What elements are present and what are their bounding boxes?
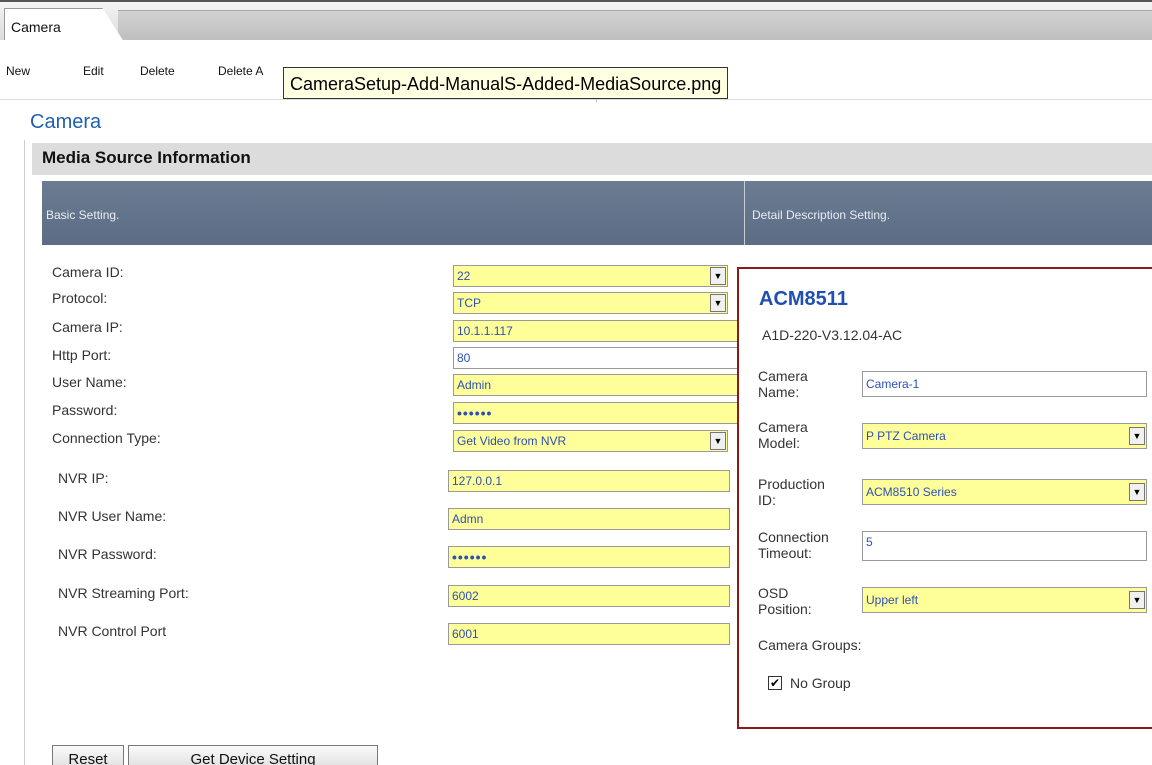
camera-id-value: 22 <box>457 269 471 283</box>
nvr-control-port-label: NVR Control Port <box>58 623 167 639</box>
user-name-input[interactable]: Admin <box>453 374 743 396</box>
protocol-value: TCP <box>457 296 481 310</box>
protocol-label: Protocol: <box>52 290 108 306</box>
connection-type-select[interactable]: Get Video from NVR ▼ <box>453 430 728 452</box>
delete-all-button[interactable]: Delete A <box>218 64 263 78</box>
connection-type-label: Connection Type: <box>52 430 161 446</box>
camera-name-label: Camera Name: <box>758 368 808 400</box>
tab-strip: Camera <box>0 0 1152 42</box>
filename-tooltip: CameraSetup-Add-ManualS-Added-MediaSourc… <box>283 67 729 99</box>
nvr-ip-input[interactable]: 127.0.0.1 <box>448 470 730 492</box>
production-id-value: ACM8510 Series <box>866 485 957 499</box>
checkmark-icon: ✔ <box>769 676 781 690</box>
no-group-checkbox[interactable]: ✔ <box>768 676 782 690</box>
camera-model-select[interactable]: P PTZ Camera ▼ <box>862 423 1147 449</box>
camera-name-input[interactable]: Camera-1 <box>862 371 1147 397</box>
password-mask: •••••• <box>457 405 493 421</box>
production-id-select[interactable]: ACM8510 Series ▼ <box>862 479 1147 505</box>
settings-header: Basic Setting. Detail Description Settin… <box>42 181 1152 245</box>
camera-ip-label: Camera IP: <box>52 319 123 335</box>
camera-groups-label: Camera Groups: <box>758 637 862 653</box>
edit-button[interactable]: Edit <box>83 64 104 78</box>
nvr-streaming-port-label: NVR Streaming Port: <box>58 585 189 601</box>
osd-position-select[interactable]: Upper left ▼ <box>862 587 1147 613</box>
delete-button[interactable]: Delete <box>140 64 175 78</box>
basic-setting-header: Basic Setting. <box>42 181 745 245</box>
no-group-label: No Group <box>790 675 851 691</box>
camera-id-select[interactable]: 22 ▼ <box>453 265 728 287</box>
chevron-down-icon[interactable]: ▼ <box>1129 591 1145 609</box>
connection-timeout-input[interactable]: 5 <box>862 531 1147 561</box>
osd-position-label: OSD Position: <box>758 585 812 617</box>
camera-model-value: P PTZ Camera <box>866 429 946 443</box>
chevron-down-icon[interactable]: ▼ <box>710 267 726 285</box>
camera-id-label: Camera ID: <box>52 264 124 280</box>
nvr-password-input[interactable]: •••••• <box>448 546 730 568</box>
chevron-down-icon[interactable]: ▼ <box>710 432 726 450</box>
connection-timeout-label: Connection Timeout: <box>758 529 829 561</box>
firmware-version: A1D-220-V3.12.04-AC <box>762 327 903 343</box>
user-name-label: User Name: <box>52 374 127 390</box>
nvr-user-name-input[interactable]: Admn <box>448 508 730 530</box>
production-id-label: Production ID: <box>758 476 825 508</box>
chevron-down-icon[interactable]: ▼ <box>1129 427 1145 445</box>
tab-strip-background <box>118 10 1152 42</box>
camera-ip-input[interactable]: 10.1.1.117 <box>453 320 743 342</box>
chevron-down-icon[interactable]: ▼ <box>710 294 726 312</box>
connection-type-value: Get Video from NVR <box>457 434 567 448</box>
new-button[interactable]: New <box>6 64 30 78</box>
chevron-down-icon[interactable]: ▼ <box>1129 483 1145 501</box>
reset-button[interactable]: Reset <box>52 745 124 765</box>
detail-setting-header: Detail Description Setting. <box>752 208 891 222</box>
camera-setup-window: Camera New Edit Delete Delete A CameraSe… <box>0 0 1152 765</box>
nvr-ip-label: NVR IP: <box>58 470 109 486</box>
section-title: Media Source Information <box>32 143 1152 175</box>
get-device-setting-button[interactable]: Get Device Setting <box>128 745 378 765</box>
http-port-label: Http Port: <box>52 347 112 363</box>
protocol-select[interactable]: TCP ▼ <box>453 292 728 314</box>
camera-model-title: ACM8511 <box>759 288 848 310</box>
tab-camera[interactable]: Camera <box>4 8 124 42</box>
nvr-streaming-port-input[interactable]: 6002 <box>448 585 730 607</box>
camera-model-label: Camera Model: <box>758 419 808 451</box>
osd-position-value: Upper left <box>866 593 919 607</box>
nvr-password-mask: •••••• <box>452 549 488 565</box>
http-port-input[interactable]: 80 <box>453 347 743 369</box>
nvr-user-name-label: NVR User Name: <box>58 508 167 524</box>
password-input[interactable]: •••••• <box>453 402 743 424</box>
left-divider <box>24 140 25 765</box>
nvr-control-port-input[interactable]: 6001 <box>448 623 730 645</box>
nvr-password-label: NVR Password: <box>58 546 157 562</box>
password-label: Password: <box>52 402 118 418</box>
page-title: Camera <box>30 111 102 133</box>
